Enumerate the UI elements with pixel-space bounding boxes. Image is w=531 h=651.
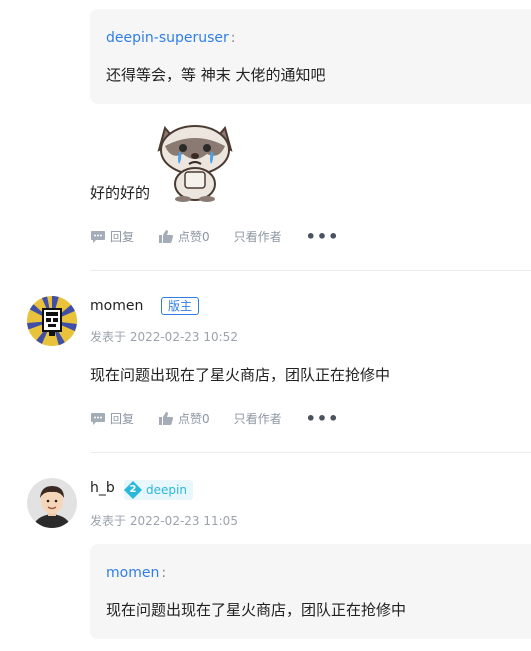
reply-label: 回复 (110, 230, 135, 244)
username-link[interactable]: momen (90, 298, 143, 314)
comment-icon (91, 412, 105, 425)
thumbs-up-icon (159, 230, 174, 243)
avatar[interactable] (27, 296, 77, 346)
post-text: 现在问题出现在了星火商店，团队正在抢修中 (90, 366, 391, 384)
like-label: 点赞0 (178, 412, 210, 426)
post-actions: 回复 点赞0 只看作者 ••• (90, 227, 339, 246)
quote-block: deepin-superuser: 还得等会，等 神末 大佬的通知吧 (90, 9, 531, 104)
user-avatar-image (27, 296, 77, 346)
user-avatar-image (27, 478, 77, 528)
username-link[interactable]: h_b (90, 480, 115, 496)
author-only-label: 只看作者 (233, 230, 282, 244)
level-name: deepin (146, 483, 187, 497)
quote-header: momen: (106, 562, 531, 581)
level-badge: 2 deepin (124, 480, 193, 500)
author-only-label: 只看作者 (233, 412, 282, 426)
post-timestamp: 发表于 2022-02-23 11:05 (90, 514, 238, 528)
comment-icon (91, 230, 105, 243)
quote-text: 还得等会，等 神末 大佬的通知吧 (106, 66, 326, 84)
post-text: 好的好的 (90, 184, 151, 202)
level-diamond-icon: 2 (124, 481, 142, 499)
quote-header: deepin-superuser: (106, 27, 531, 46)
like-label: 点赞0 (178, 230, 210, 244)
quote-colon: : (161, 565, 167, 581)
quote-author-link[interactable]: momen (106, 565, 159, 581)
level-number: 2 (129, 484, 137, 495)
avatar[interactable] (27, 478, 77, 528)
reply-label: 回复 (110, 412, 135, 426)
post-divider (90, 270, 531, 271)
post-actions: 回复 点赞0 只看作者 ••• (90, 409, 339, 428)
like-button[interactable]: 点赞0 (158, 228, 210, 245)
quote-author-link[interactable]: deepin-superuser (106, 30, 229, 46)
post-divider (90, 452, 531, 453)
reply-button[interactable]: 回复 (90, 228, 134, 245)
raccoon-sticker-image (157, 125, 233, 202)
thumbs-up-icon (159, 412, 174, 425)
quote-text: 现在问题出现在了星火商店，团队正在抢修中 (106, 601, 407, 619)
post-timestamp: 发表于 2022-02-23 10:52 (90, 330, 238, 344)
more-options-button[interactable]: ••• (306, 409, 340, 428)
author-only-button[interactable]: 只看作者 (234, 410, 282, 427)
more-options-button[interactable]: ••• (306, 227, 340, 246)
quote-colon: : (230, 30, 236, 46)
reply-button[interactable]: 回复 (90, 410, 134, 427)
like-button[interactable]: 点赞0 (158, 410, 210, 427)
author-only-button[interactable]: 只看作者 (234, 228, 282, 245)
moderator-badge: 版主 (161, 297, 200, 315)
quote-block: momen: 现在问题出现在了星火商店，团队正在抢修中 (90, 544, 531, 639)
